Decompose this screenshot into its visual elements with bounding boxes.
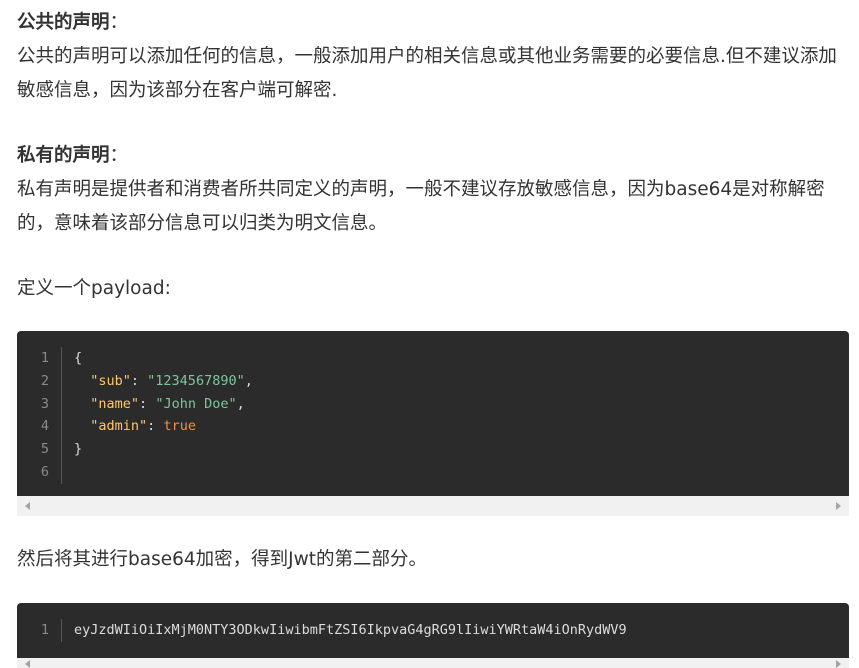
json-comma: , (244, 372, 253, 389)
json-comma: , (236, 395, 245, 412)
code-line: 3 "name": "John Doe", (17, 392, 849, 416)
private-claims-colon: ： (109, 145, 129, 166)
scroll-right-arrow-icon[interactable] (836, 502, 841, 510)
private-claims-body: 私有声明是提供者和消费者所共同定义的声明，一般不建议存放敏感信息，因为base6… (17, 179, 825, 234)
line-number: 1 (40, 350, 49, 366)
section-public-claims: 公共的声明： 公共的声明可以添加任何的信息，一般添加用户的相关信息或其他业务需要… (17, 6, 849, 108)
json-colon: : (130, 372, 148, 389)
payload-code-block: 1 { 2 "sub": "1234567890", 3 "name": "Jo… (17, 331, 849, 496)
section-private-claims: 私有的声明： 私有声明是提供者和消费者所共同定义的声明，一般不建议存放敏感信息，… (17, 139, 849, 241)
horizontal-scrollbar-2[interactable] (17, 658, 849, 668)
code-line: 4 "admin": true (17, 415, 849, 439)
gutter-divider (61, 347, 62, 370)
line-number: 5 (40, 441, 49, 458)
json-key: "name" (90, 395, 140, 412)
code-field-admin: "admin": true (74, 415, 196, 438)
private-claims-paragraph: 私有的声明： 私有声明是提供者和消费者所共同定义的声明，一般不建议存放敏感信息，… (17, 139, 849, 241)
code-field-sub: "sub": "1234567890", (74, 370, 253, 393)
line-number: 3 (40, 395, 49, 412)
scroll-left-arrow-icon[interactable] (25, 660, 30, 668)
json-string-value: "John Doe" (155, 395, 237, 412)
define-payload-label: 定义一个payload: (17, 278, 171, 299)
define-payload-text: 定义一个payload: (17, 272, 849, 306)
json-boolean-value: true (163, 418, 196, 435)
json-colon: : (139, 395, 156, 412)
then-encode-label: 然后将其进行base64加密，得到Jwt的第二部分。 (17, 549, 427, 570)
gutter-divider (61, 438, 62, 461)
encoded-code-lines: 1 eyJzdWIiOiIxMjM0NTY3ODkwIiwibmFtZSI6Ik… (17, 619, 849, 642)
scroll-right-arrow-icon[interactable] (836, 660, 841, 668)
public-claims-paragraph: 公共的声明： 公共的声明可以添加任何的信息，一般添加用户的相关信息或其他业务需要… (17, 6, 849, 108)
gutter-divider (61, 619, 62, 642)
payload-code-lines: 1 { 2 "sub": "1234567890", 3 "name": "Jo… (17, 347, 849, 484)
public-claims-colon: ： (109, 12, 129, 33)
json-key: "admin" (90, 418, 148, 435)
gutter-divider (61, 369, 62, 393)
open-brace: { (74, 350, 83, 366)
line-number: 1 (40, 622, 49, 638)
code-line: 6 (17, 460, 849, 484)
line-number: 4 (40, 418, 49, 435)
code-field-name: "name": "John Doe", (74, 393, 245, 416)
gutter-divider (61, 460, 62, 484)
code-line: 1 { (17, 347, 849, 370)
line-number: 6 (40, 463, 49, 480)
encoded-payload-text: eyJzdWIiOiIxMjM0NTY3ODkwIiwibmFtZSI6Ikpv… (74, 622, 627, 638)
public-claims-body: 公共的声明可以添加任何的信息，一般添加用户的相关信息或其他业务需要的必要信息.但… (17, 46, 837, 101)
public-claims-heading: 公共的声明 (17, 12, 110, 33)
line-number: 2 (40, 372, 49, 389)
code-line: 1 eyJzdWIiOiIxMjM0NTY3ODkwIiwibmFtZSI6Ik… (17, 619, 849, 642)
json-key: "sub" (90, 372, 131, 389)
horizontal-scrollbar[interactable] (17, 496, 849, 516)
json-colon: : (147, 418, 164, 435)
scroll-left-arrow-icon[interactable] (25, 502, 30, 510)
code-line: 2 "sub": "1234567890", (17, 369, 849, 393)
gutter-divider (61, 392, 62, 416)
private-claims-heading: 私有的声明 (17, 145, 110, 166)
gutter-divider (61, 415, 62, 439)
close-brace: } (74, 441, 83, 458)
code-line: 5 } (17, 438, 849, 461)
then-encode-text: 然后将其进行base64加密，得到Jwt的第二部分。 (17, 543, 849, 577)
json-string-value: "1234567890" (147, 372, 245, 389)
